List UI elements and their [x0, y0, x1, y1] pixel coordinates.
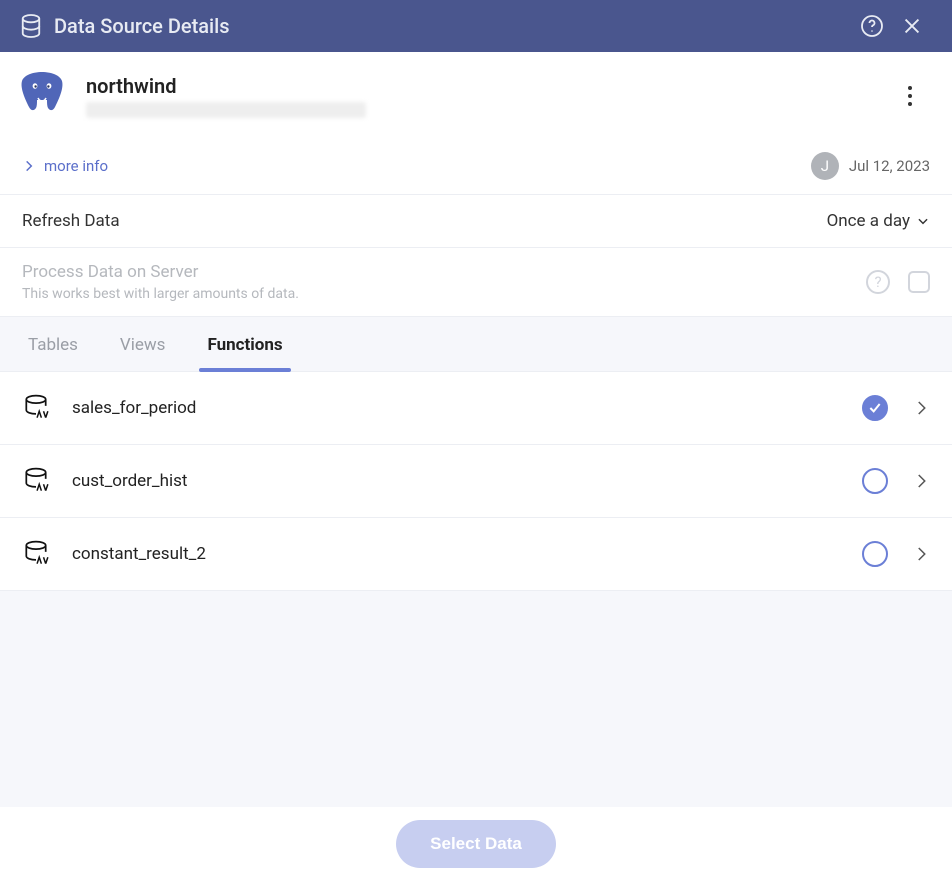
process-subtitle: This works best with larger amounts of d… [22, 286, 866, 302]
more-info-label: more info [44, 157, 108, 175]
empty-area [0, 591, 952, 807]
tab-views[interactable]: Views [120, 335, 166, 371]
help-icon[interactable] [852, 6, 892, 46]
select-radio[interactable] [862, 541, 888, 567]
function-icon [22, 394, 50, 422]
info-row: more info J Jul 12, 2023 [0, 140, 952, 195]
function-icon [22, 540, 50, 568]
more-options-icon[interactable] [890, 76, 930, 116]
functions-list: sales_for_period cust_order_hist [0, 372, 952, 591]
postgresql-icon [16, 70, 68, 122]
function-name: sales_for_period [72, 398, 862, 418]
function-item[interactable]: sales_for_period [0, 372, 952, 445]
tab-functions[interactable]: Functions [207, 335, 282, 371]
select-radio[interactable] [862, 468, 888, 494]
chevron-right-icon [912, 472, 930, 490]
tabs: Tables Views Functions [0, 317, 952, 372]
footer: Select Data [0, 807, 952, 881]
refresh-frequency-select[interactable]: Once a day [827, 211, 930, 231]
chevron-right-icon [912, 545, 930, 563]
more-info-link[interactable]: more info [22, 157, 108, 175]
help-icon[interactable]: ? [866, 270, 890, 294]
title-bar: Data Source Details [0, 0, 952, 52]
process-title: Process Data on Server [22, 262, 866, 282]
function-item[interactable]: constant_result_2 [0, 518, 952, 591]
process-data-row: Process Data on Server This works best w… [0, 248, 952, 317]
select-data-button[interactable]: Select Data [396, 820, 556, 868]
database-icon [20, 14, 42, 38]
datasource-subtitle-blurred [86, 102, 366, 118]
user-avatar[interactable]: J [811, 152, 839, 180]
function-name: cust_order_hist [72, 471, 862, 491]
process-checkbox[interactable] [908, 271, 930, 293]
refresh-row: Refresh Data Once a day [0, 195, 952, 248]
function-name: constant_result_2 [72, 544, 862, 564]
datasource-name: northwind [86, 74, 890, 98]
tab-tables[interactable]: Tables [28, 335, 78, 371]
chevron-down-icon [916, 214, 930, 228]
page-title: Data Source Details [54, 14, 852, 38]
refresh-frequency-value: Once a day [827, 211, 910, 231]
close-icon[interactable] [892, 6, 932, 46]
chevron-right-icon [912, 399, 930, 417]
function-item[interactable]: cust_order_hist [0, 445, 952, 518]
datasource-header: northwind [0, 52, 952, 140]
function-icon [22, 467, 50, 495]
select-radio-checked[interactable] [862, 395, 888, 421]
created-date: Jul 12, 2023 [849, 157, 930, 175]
refresh-label: Refresh Data [22, 211, 120, 231]
